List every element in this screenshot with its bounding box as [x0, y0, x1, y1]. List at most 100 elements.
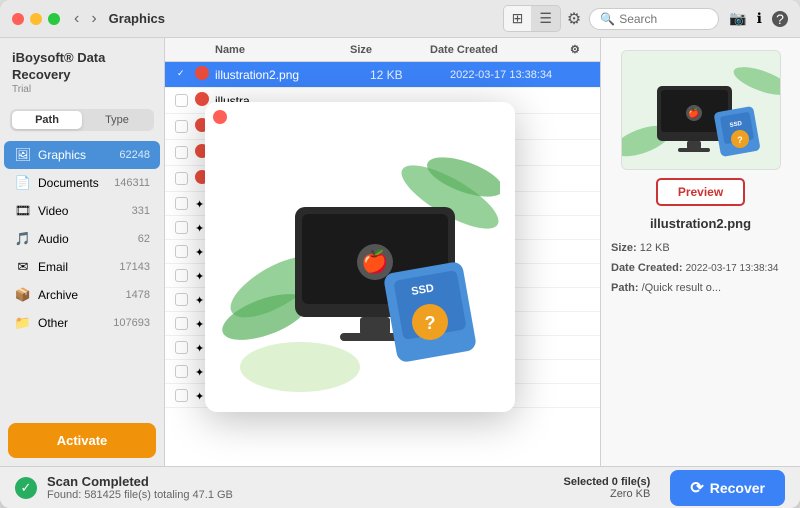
row-checkbox[interactable] [175, 293, 188, 306]
svg-text:🍎: 🍎 [688, 107, 699, 118]
sidebar-item-other[interactable]: 📁 Other 107693 [4, 309, 160, 337]
list-view-button[interactable]: ☰ [531, 6, 560, 31]
activate-button[interactable]: Activate [8, 423, 156, 458]
table-row[interactable]: illustration2.png 12 KB 2022-03-17 13:38… [165, 62, 600, 88]
sidebar-tabs: Path Type [10, 109, 154, 131]
scan-text: Scan Completed Found: 581425 file(s) tot… [47, 474, 554, 501]
other-icon: 📁 [14, 314, 32, 332]
sidebar-item-archive[interactable]: 📦 Archive 1478 [4, 281, 160, 309]
sidebar-header: iBoysoft® Data Recovery Trial [0, 38, 164, 101]
row-checkbox[interactable] [175, 365, 188, 378]
row-checkbox[interactable] [175, 68, 188, 81]
app-title: iBoysoft® Data Recovery [12, 50, 152, 84]
row-checkbox[interactable] [175, 146, 188, 159]
close-button[interactable] [12, 13, 24, 25]
maximize-button[interactable] [48, 13, 60, 25]
preview-popup: 🍎 ? SSD [205, 102, 515, 412]
popup-close-button[interactable] [213, 110, 227, 124]
row-checkbox[interactable] [175, 245, 188, 258]
row-checkbox[interactable] [175, 120, 188, 133]
search-input[interactable] [619, 12, 719, 26]
sidebar-item-audio[interactable]: 🎵 Audio 62 [4, 225, 160, 253]
file-type-icon [195, 66, 215, 83]
row-checkbox[interactable] [175, 94, 188, 107]
col-date-header: Date Created [430, 44, 570, 56]
sidebar-items: 🖼 Graphics 62248 📄 Documents 146311 🎞 Vi… [0, 139, 164, 415]
traffic-lights [12, 13, 60, 25]
statusbar: ✓ Scan Completed Found: 581425 file(s) t… [0, 466, 800, 508]
row-checkbox[interactable] [175, 221, 188, 234]
nav-buttons: ‹ › [70, 8, 101, 30]
main-window: ‹ › Graphics ⊞ ☰ ⚙ 🔍 📷 ℹ ? iBoysoft® Dat… [0, 0, 800, 508]
email-icon: ✉ [14, 258, 32, 276]
sidebar-item-label: Email [38, 260, 119, 274]
selected-size: Zero KB [564, 488, 651, 500]
sidebar-item-label: Other [38, 316, 113, 330]
sidebar-item-count: 107693 [113, 317, 150, 329]
app-subtitle: Trial [12, 84, 152, 95]
selected-count: Selected 0 file(s) [564, 476, 651, 488]
sidebar-item-label: Documents [38, 176, 114, 190]
documents-icon: 📄 [14, 174, 32, 192]
search-icon: 🔍 [600, 12, 615, 26]
sidebar-item-label: Archive [38, 288, 126, 302]
sidebar-item-email[interactable]: ✉ Email 17143 [4, 253, 160, 281]
col-name-header: Name [215, 44, 350, 56]
forward-button[interactable]: › [87, 8, 100, 30]
grid-view-button[interactable]: ⊞ [504, 6, 532, 31]
audio-icon: 🎵 [14, 230, 32, 248]
col-options-header: ⚙ [570, 43, 590, 56]
sidebar-item-count: 331 [132, 205, 150, 217]
search-box: 🔍 [589, 8, 719, 30]
filter-button[interactable]: ⚙ [567, 9, 581, 29]
camera-icon[interactable]: 📷 [729, 10, 746, 27]
svg-text:?: ? [425, 313, 436, 333]
sidebar-item-count: 1478 [126, 289, 150, 301]
svg-text:🍎: 🍎 [361, 248, 388, 274]
back-button[interactable]: ‹ [70, 8, 83, 30]
preview-button[interactable]: Preview [656, 178, 745, 206]
recover-icon: ⟳ [690, 478, 703, 498]
sidebar-item-documents[interactable]: 📄 Documents 146311 [4, 169, 160, 197]
file-list-header: Name Size Date Created ⚙ [165, 38, 600, 62]
sidebar-item-count: 62248 [119, 149, 150, 161]
help-icon[interactable]: ? [772, 11, 788, 27]
row-checkbox[interactable] [175, 389, 188, 402]
file-area: Name Size Date Created ⚙ illustration2.p… [165, 38, 600, 466]
file-date: 2022-03-17 13:38:34 [450, 69, 590, 81]
preview-panel: 🍎 ? SSD Preview illustration2.png Size: … [600, 38, 800, 466]
minimize-button[interactable] [30, 13, 42, 25]
meta-path: Path: /Quick result o... [611, 279, 790, 299]
scan-title: Scan Completed [47, 474, 554, 489]
sidebar-item-label: Audio [38, 232, 138, 246]
row-checkbox[interactable] [175, 197, 188, 210]
titlebar-right: 📷 ℹ ? [729, 10, 788, 27]
recover-button[interactable]: ⟳ Recover [670, 470, 785, 506]
file-size: 12 KB [370, 68, 450, 82]
row-checkbox[interactable] [175, 341, 188, 354]
recover-label: Recover [710, 480, 765, 496]
svg-text:?: ? [737, 135, 743, 145]
scan-subtitle: Found: 581425 file(s) totaling 47.1 GB [47, 489, 554, 501]
popup-illustration: 🍎 ? SSD [220, 117, 500, 397]
file-rows: illustration2.png 12 KB 2022-03-17 13:38… [165, 62, 600, 466]
sidebar-item-label: Video [38, 204, 132, 218]
sidebar-item-count: 62 [138, 233, 150, 245]
sidebar-item-label: Graphics [38, 148, 119, 162]
row-checkbox[interactable] [175, 269, 188, 282]
info-icon[interactable]: ℹ [757, 10, 762, 27]
meta-size: Size: 12 KB [611, 239, 790, 259]
scan-complete-icon: ✓ [15, 477, 37, 499]
tab-path[interactable]: Path [12, 111, 82, 129]
sidebar-item-count: 146311 [114, 177, 150, 189]
meta-date: Date Created: 2022-03-17 13:38:34 [611, 259, 790, 279]
selected-info: Selected 0 file(s) Zero KB [564, 476, 651, 500]
sidebar-item-video[interactable]: 🎞 Video 331 [4, 197, 160, 225]
tab-type[interactable]: Type [82, 111, 152, 129]
sidebar-item-graphics[interactable]: 🖼 Graphics 62248 [4, 141, 160, 169]
row-checkbox[interactable] [175, 172, 188, 185]
row-checkbox[interactable] [175, 317, 188, 330]
sidebar-item-count: 17143 [119, 261, 150, 273]
graphics-icon: 🖼 [14, 146, 32, 164]
window-title: Graphics [109, 11, 165, 26]
